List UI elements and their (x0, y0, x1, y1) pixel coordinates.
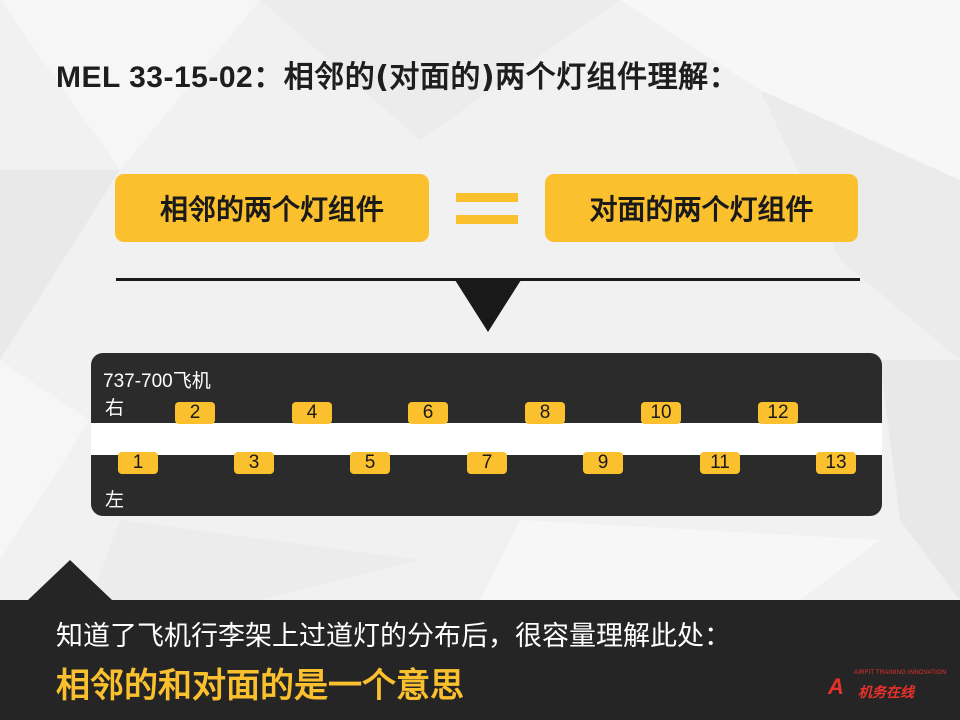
title-code: MEL 33-15-02 (56, 61, 254, 94)
light-right-4: 8 (525, 402, 565, 424)
light-right-5: 10 (641, 402, 681, 424)
equals-icon (456, 193, 518, 224)
equals-bottom-bar (456, 215, 518, 224)
footer-explanation: 知道了飞机行李架上过道灯的分布后，很容量理解此处： (56, 621, 731, 652)
adjacent-lights-pill: 相邻的两个灯组件 (115, 174, 429, 242)
aircraft-cabin-diagram: 737-700飞机 右 左 2 4 6 8 10 12 1 3 5 7 9 11… (91, 353, 882, 516)
logo-mark: A (828, 674, 844, 699)
title-separator: ： (253, 60, 284, 95)
footer-banner: 知道了飞机行李架上过道灯的分布后，很容量理解此处： 相邻的和对面的是一个意思 (0, 600, 960, 720)
light-right-1: 2 (175, 402, 215, 424)
light-left-3: 5 (350, 452, 390, 474)
opposite-lights-pill: 对面的两个灯组件 (545, 174, 858, 242)
light-left-4: 7 (467, 452, 507, 474)
light-left-6: 11 (700, 452, 740, 474)
light-left-2: 3 (234, 452, 274, 474)
aisle (91, 423, 882, 455)
light-right-2: 4 (292, 402, 332, 424)
light-left-7: 13 (816, 452, 856, 474)
logo-tagline: AIRFIT TRAINING INNOVATION (854, 670, 947, 676)
light-left-5: 9 (583, 452, 623, 474)
left-side-label: 左 (105, 489, 125, 511)
equals-top-bar (456, 193, 518, 202)
callout-pointer (28, 560, 112, 600)
aircraft-label: 737-700飞机 (103, 371, 211, 392)
light-right-6: 12 (758, 402, 798, 424)
light-left-1: 1 (118, 452, 158, 474)
title-text: 相邻的(对面的)两个灯组件理解： (283, 60, 740, 95)
light-right-3: 6 (408, 402, 448, 424)
logo-name: 机务在线 (858, 685, 914, 701)
page-title: MEL 33-15-02：相邻的(对面的)两个灯组件理解： (56, 52, 739, 96)
brand-logo: A AIRFIT TRAINING INNOVATION 机务在线 (828, 668, 946, 708)
footer-conclusion: 相邻的和对面的是一个意思 (56, 666, 464, 706)
down-triangle-icon (455, 280, 521, 332)
right-side-label: 右 (105, 397, 125, 419)
